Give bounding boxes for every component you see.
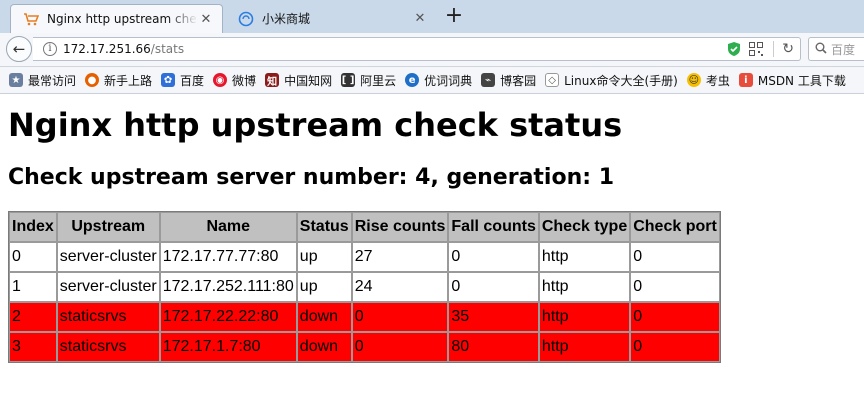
site-info-icon[interactable]: i bbox=[43, 42, 57, 56]
cell-check-port: 0 bbox=[630, 272, 720, 302]
cell-fall-counts: 0 bbox=[448, 272, 539, 302]
bookmark-cnblogs[interactable]: ⌁ 博客园 bbox=[481, 72, 536, 89]
qr-code-icon[interactable] bbox=[749, 42, 764, 56]
tab-title: Nginx http upstream check status bbox=[47, 12, 198, 26]
bookmark-getting-started[interactable]: ● 新手上路 bbox=[85, 72, 152, 89]
aliyun-icon: [ ] bbox=[341, 73, 356, 87]
new-tab-button[interactable]: + bbox=[442, 5, 466, 29]
cell-status: down bbox=[296, 332, 352, 362]
cell-index: 0 bbox=[9, 242, 57, 272]
cell-rise-counts: 0 bbox=[351, 302, 449, 332]
bookmark-dictionary[interactable]: e 优词词典 bbox=[405, 72, 472, 89]
linux-cmd-icon: ◇ bbox=[545, 73, 560, 87]
cell-status: up bbox=[296, 242, 352, 272]
cell-check-port: 0 bbox=[630, 302, 720, 332]
table-row-down: 2 staticsrvs 172.17.22.22:80 down 0 35 h… bbox=[9, 302, 720, 332]
kaochong-icon: ☺ bbox=[686, 73, 701, 87]
divider bbox=[773, 41, 775, 57]
column-header-check-port: Check port bbox=[630, 212, 720, 242]
table-header-row: Index Upstream Name Status Rise counts F… bbox=[9, 212, 720, 242]
cell-index: 3 bbox=[9, 332, 57, 362]
cell-fall-counts: 35 bbox=[448, 302, 539, 332]
cell-fall-counts: 80 bbox=[448, 332, 539, 362]
cell-name: 172.17.1.7:80 bbox=[159, 332, 297, 362]
column-header-index: Index bbox=[9, 212, 57, 242]
cell-check-type: http bbox=[538, 302, 631, 332]
bookmark-cnki[interactable]: 知 中国知网 bbox=[265, 72, 332, 89]
close-tab-icon[interactable]: ✕ bbox=[198, 11, 214, 27]
dictionary-icon: e bbox=[405, 73, 420, 87]
search-bar[interactable]: 百度 bbox=[808, 37, 864, 61]
cell-check-port: 0 bbox=[630, 332, 720, 362]
table-row-down: 3 staticsrvs 172.17.1.7:80 down 0 80 htt… bbox=[9, 332, 720, 362]
cell-check-type: http bbox=[538, 332, 631, 362]
cnblogs-icon: ⌁ bbox=[481, 73, 496, 87]
globe-favicon-icon bbox=[238, 11, 254, 27]
cell-name: 172.17.252.111:80 bbox=[159, 272, 297, 302]
cell-rise-counts: 27 bbox=[351, 242, 449, 272]
bookmark-weibo[interactable]: ◉ 微博 bbox=[213, 72, 256, 89]
bookmark-linux-commands[interactable]: ◇ Linux命令大全(手册) bbox=[545, 72, 678, 89]
back-button[interactable]: ← bbox=[6, 36, 32, 62]
column-header-status: Status bbox=[296, 212, 352, 242]
bookmark-most-visited[interactable]: ★ 最常访问 bbox=[9, 72, 76, 89]
table-row: 0 server-cluster 172.17.77.77:80 up 27 0… bbox=[9, 242, 720, 272]
search-placeholder: 百度 bbox=[831, 42, 856, 57]
page-subtitle: Check upstream server number: 4, generat… bbox=[8, 165, 615, 190]
tab-nginx-status[interactable]: Nginx http upstream check status ✕ bbox=[10, 4, 223, 33]
bookmark-kaochong[interactable]: ☺ 考虫 bbox=[686, 72, 730, 89]
cell-upstream: server-cluster bbox=[56, 242, 160, 272]
column-header-rise-counts: Rise counts bbox=[351, 212, 449, 242]
star-bookmark-icon: ★ bbox=[9, 73, 23, 87]
page-content: Nginx http upstream check status Check u… bbox=[8, 94, 864, 363]
address-bar[interactable]: i 172.17.251.66/stats ↻ bbox=[33, 37, 801, 61]
cart-favicon-icon bbox=[23, 11, 39, 27]
bookmark-msdn[interactable]: i MSDN 工具下载 bbox=[738, 72, 846, 89]
column-header-check-type: Check type bbox=[538, 212, 631, 242]
column-header-upstream: Upstream bbox=[56, 212, 160, 242]
bookmark-aliyun[interactable]: [ ] 阿里云 bbox=[341, 72, 396, 89]
navigation-bar: ← i 172.17.251.66/stats ↻ 百度 bbox=[0, 33, 864, 67]
cell-upstream: staticsrvs bbox=[56, 332, 160, 362]
cell-check-type: http bbox=[538, 272, 631, 302]
column-header-fall-counts: Fall counts bbox=[448, 212, 539, 242]
bookmarks-bar: ★ 最常访问 ● 新手上路 ✿ 百度 ◉ 微博 知 中国知网 [ ] 阿里云 e… bbox=[0, 67, 864, 94]
cell-name: 172.17.22.22:80 bbox=[159, 302, 297, 332]
firefox-icon: ● bbox=[85, 73, 100, 87]
cell-index: 1 bbox=[9, 272, 57, 302]
search-icon bbox=[815, 42, 827, 57]
tab-xiaomi[interactable]: 小米商城 ✕ bbox=[226, 4, 436, 33]
cell-status: up bbox=[296, 272, 352, 302]
tab-title: 小米商城 bbox=[262, 12, 311, 26]
column-header-name: Name bbox=[159, 212, 297, 242]
baidu-paw-icon: ✿ bbox=[161, 73, 176, 87]
msdn-icon: i bbox=[738, 73, 753, 87]
cell-status: down bbox=[296, 302, 352, 332]
weibo-icon: ◉ bbox=[213, 73, 228, 87]
cell-check-port: 0 bbox=[630, 242, 720, 272]
cnki-icon: 知 bbox=[265, 73, 280, 88]
cell-rise-counts: 0 bbox=[351, 332, 449, 362]
reload-icon[interactable]: ↻ bbox=[782, 41, 794, 57]
table-row: 1 server-cluster 172.17.252.111:80 up 24… bbox=[9, 272, 720, 302]
cell-upstream: staticsrvs bbox=[56, 302, 160, 332]
bookmark-baidu[interactable]: ✿ 百度 bbox=[161, 72, 204, 89]
shield-icon[interactable] bbox=[727, 41, 741, 57]
cell-rise-counts: 24 bbox=[351, 272, 449, 302]
tab-strip: Nginx http upstream check status ✕ 小米商城 … bbox=[0, 0, 864, 34]
cell-check-type: http bbox=[538, 242, 631, 272]
cell-upstream: server-cluster bbox=[56, 272, 160, 302]
close-tab-icon[interactable]: ✕ bbox=[412, 11, 428, 27]
url-path: /stats bbox=[150, 42, 185, 56]
url-host: 172.17.251.66 bbox=[63, 42, 151, 56]
cell-name: 172.17.77.77:80 bbox=[159, 242, 297, 272]
cell-fall-counts: 0 bbox=[448, 242, 539, 272]
page-title: Nginx http upstream check status bbox=[8, 106, 623, 144]
cell-index: 2 bbox=[9, 302, 57, 332]
upstream-status-table: Index Upstream Name Status Rise counts F… bbox=[8, 211, 721, 363]
